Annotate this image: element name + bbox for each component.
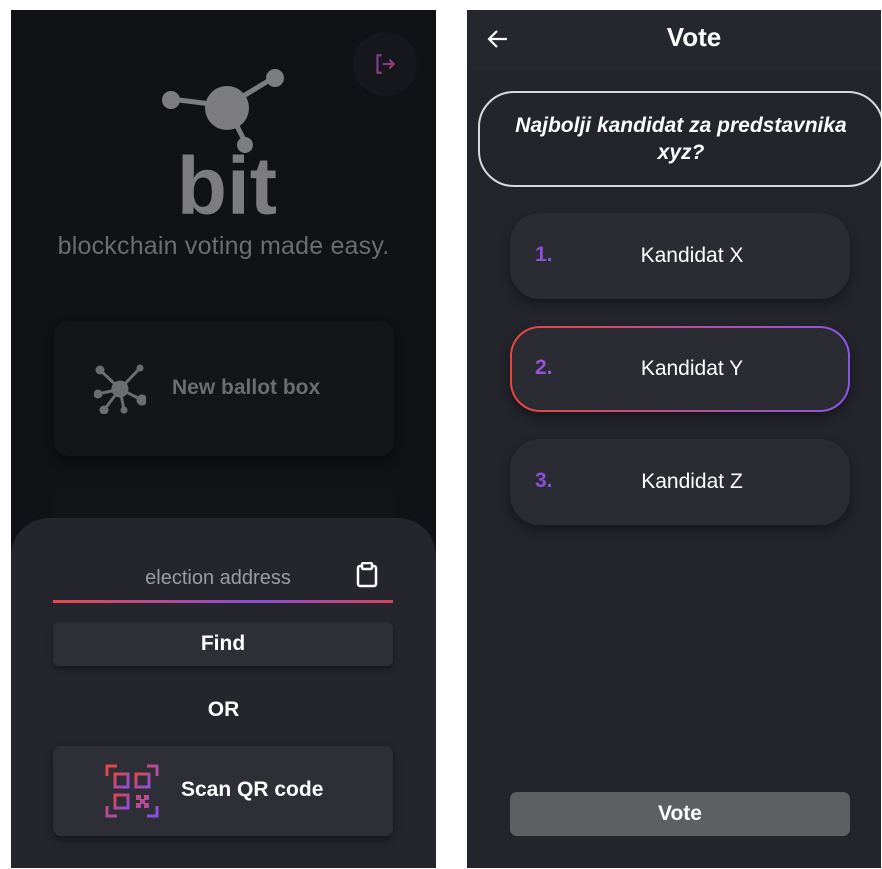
new-ballot-box-label: New ballot box xyxy=(172,376,321,399)
bit-logo: bit xyxy=(162,69,284,218)
candidate-option-1[interactable]: 1. Kandidat X xyxy=(510,213,850,299)
page-title: Vote xyxy=(666,22,722,52)
logout-icon xyxy=(376,54,396,74)
clipboard-icon[interactable] xyxy=(356,562,378,588)
candidate-name: Kandidat X xyxy=(640,244,744,267)
address-underline xyxy=(53,600,393,603)
qr-code-icon xyxy=(105,764,159,818)
network-nodes-icon xyxy=(94,364,146,414)
candidate-name: Kandidat Y xyxy=(640,357,744,380)
candidate-option-3[interactable]: 3. Kandidat Z xyxy=(510,439,850,525)
logout-button[interactable] xyxy=(353,32,417,96)
scan-qr-label: Scan QR code xyxy=(181,778,324,801)
new-ballot-box-button[interactable]: New ballot box xyxy=(54,322,394,456)
find-election-sheet: Find OR xyxy=(11,518,436,868)
vote-screen: Vote Najbolji kandidat za predstavnika x… xyxy=(467,10,881,868)
election-address-input[interactable] xyxy=(53,558,393,598)
bit-logo-text: bit xyxy=(177,141,277,218)
question-text: Najbolji kandidat za predstavnika xyz? xyxy=(515,114,847,164)
candidate-name: Kandidat Z xyxy=(641,470,743,493)
or-separator: OR xyxy=(207,698,240,721)
candidate-option-2[interactable]: 2. Kandidat Y xyxy=(510,326,850,412)
vote-button[interactable]: Vote xyxy=(510,792,850,836)
question-card: Najbolji kandidat za predstavnika xyz? xyxy=(478,91,881,187)
home-screen: bit blockchain voting made easy. New bal… xyxy=(11,10,436,868)
app-bar: Vote xyxy=(467,10,881,70)
tagline: blockchain voting made easy. xyxy=(57,232,390,260)
find-button[interactable]: Find xyxy=(53,622,393,666)
scan-qr-button[interactable]: Scan QR code xyxy=(53,746,393,836)
